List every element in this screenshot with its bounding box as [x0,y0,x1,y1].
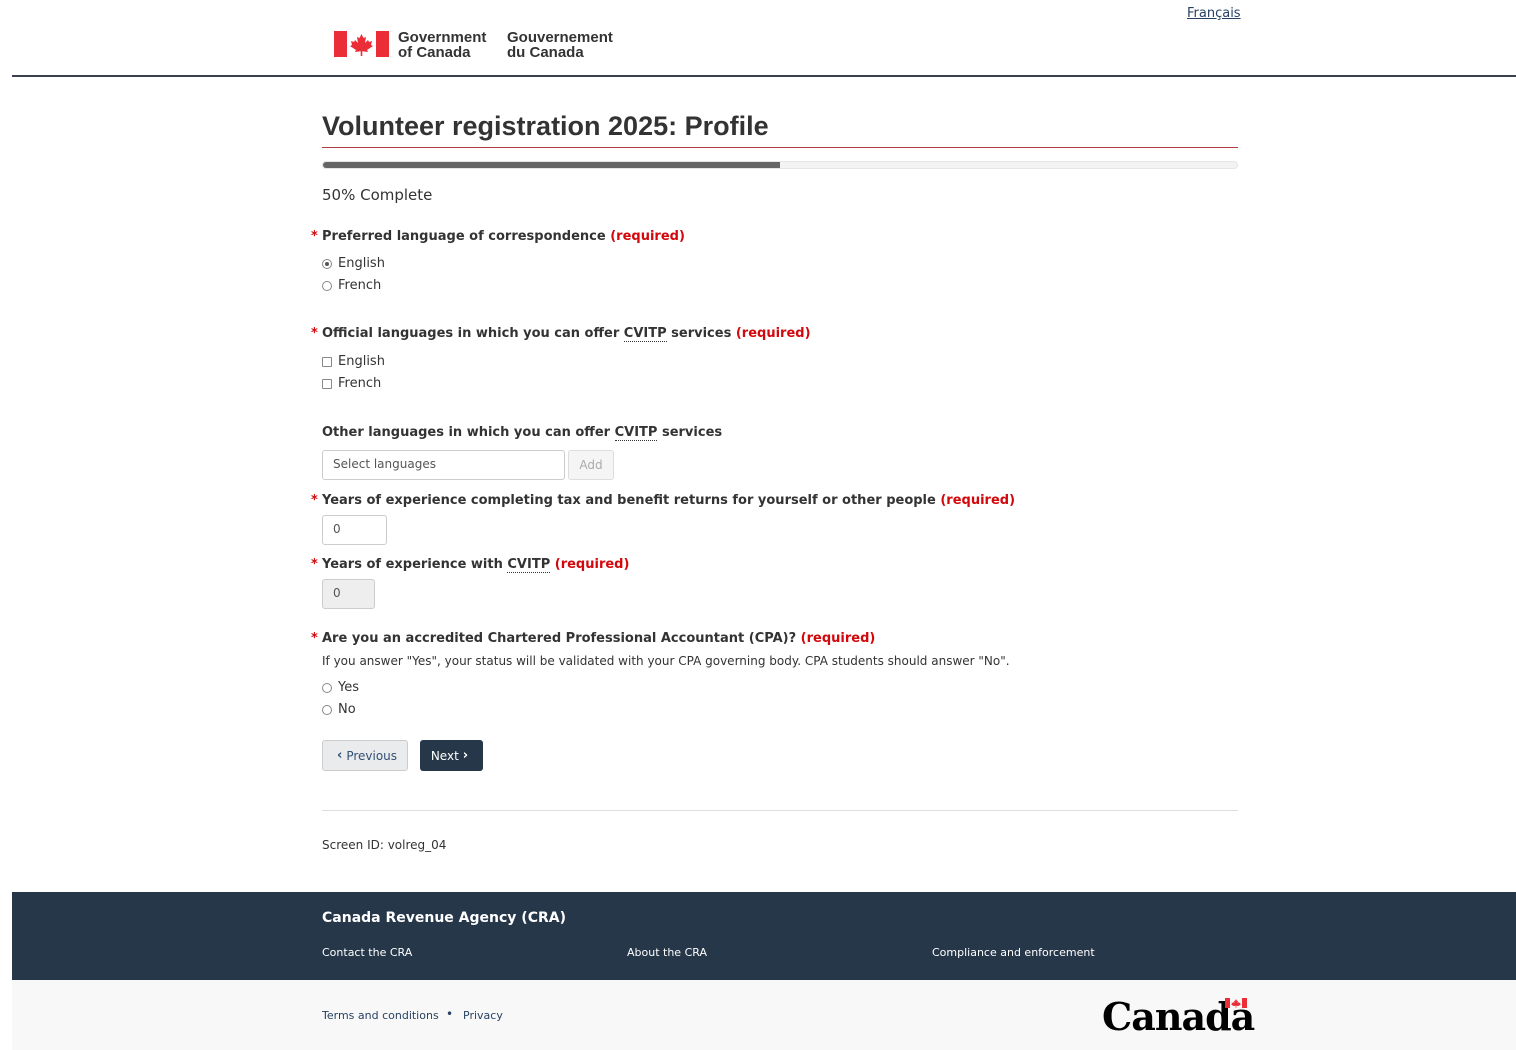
option-label: English [338,354,385,369]
cvitp-abbr: CVITP [623,326,667,342]
required-marker: (required) [800,631,876,646]
add-language-button[interactable]: Add [568,450,614,480]
radio-cpa-yes[interactable]: Yes [322,680,359,695]
question-label-pre: Other languages in which you can offer [322,425,611,440]
option-label: French [338,376,382,391]
required-marker: (required) [940,493,1016,508]
footer-link-contact[interactable]: Contact the CRA [322,946,412,959]
question-cvitp-experience: * Years of experience with CVITP (requir… [311,557,630,573]
progress-text: 50% Complete [322,186,433,204]
required-star: * [311,557,318,572]
radio-button[interactable] [322,682,332,693]
option-label: Yes [338,680,359,695]
required-star: * [311,631,318,646]
cvitp-abbr: CVITP [507,557,551,573]
page-title: Volunteer registration 2025: Profile [322,100,1238,148]
site-header: Government of Canada Gouvernement du Can… [12,0,1516,77]
previous-button[interactable]: ‹ Previous [322,740,408,771]
question-label: Years of experience completing tax and b… [322,493,936,508]
option-label: No [338,702,356,717]
question-label-pre: Official languages in which you can offe… [322,326,620,341]
footer-main: Canada Revenue Agency (CRA) Contact the … [12,892,1516,980]
question-label: Preferred language of correspondence [322,229,606,244]
question-label-post: services [671,326,732,341]
screen-id: Screen ID: volreg_04 [322,838,447,852]
question-label-post: services [661,425,723,440]
checkbox-official-english[interactable]: English [322,354,385,369]
main-content: Volunteer registration 2025: Profile 50%… [311,100,1238,852]
other-languages-select[interactable]: Select languages [322,450,565,480]
question-cpa: * Are you an accredited Chartered Profes… [311,631,876,646]
wordmark-flag-icon [1225,998,1247,1008]
footer-bullet: • [446,1007,454,1021]
chevron-right-icon: › [462,748,469,763]
signature-fr-line1: Gouvernement [507,29,613,46]
required-marker: (required) [554,557,630,572]
canada-flag-icon [334,31,389,57]
signature-fr-line2: du Canada [507,44,584,61]
radio-button[interactable] [322,704,332,715]
radio-preferred-french[interactable]: French [322,278,381,293]
question-tax-experience: * Years of experience completing tax and… [311,493,1016,508]
required-star: * [311,326,318,341]
checkbox[interactable] [322,356,332,367]
footer-link-about[interactable]: About the CRA [627,946,707,959]
required-star: * [311,229,318,244]
question-other-languages: Other languages in which you can offer C… [322,425,723,441]
checkbox-official-french[interactable]: French [322,376,381,391]
previous-label: Previous [346,748,398,763]
checkbox[interactable] [322,378,332,389]
next-button[interactable]: Next › [420,740,483,771]
progress-bar [322,161,1238,169]
cvitp-experience-input[interactable]: 0 [322,579,375,609]
radio-cpa-no[interactable]: No [322,702,356,717]
question-label-pre: Years of experience with [322,557,503,572]
question-official-languages: * Official languages in which you can of… [311,326,811,342]
required-marker: (required) [610,229,685,244]
radio-preferred-english[interactable]: English [322,256,385,271]
radio-button[interactable] [322,280,332,291]
question-label: Are you an accredited Chartered Professi… [322,631,797,646]
tax-experience-input[interactable]: 0 [322,515,387,545]
signature-en-line1: Government [398,29,487,46]
radio-button-selected[interactable] [322,258,332,269]
signature-english: Government of Canada [398,30,486,60]
progress-bar-fill [323,162,780,168]
footer-sub: Terms and conditions • Privacy Canada [12,980,1516,1050]
footer-link-privacy[interactable]: Privacy [463,1009,503,1022]
footer-title: Canada Revenue Agency (CRA) [322,910,566,926]
footer-link-compliance[interactable]: Compliance and enforcement [932,946,1095,959]
content-divider [322,810,1238,811]
cvitp-abbr: CVITP [614,425,658,441]
signature-french: Gouvernement du Canada [507,30,613,60]
required-star: * [311,493,318,508]
signature-en-line2: of Canada [398,44,471,61]
cpa-help-text: If you answer "Yes", your status will be… [322,654,1010,668]
option-label: French [338,278,382,293]
next-label: Next [430,748,459,763]
required-marker: (required) [735,326,811,341]
chevron-left-icon: ‹ [336,748,343,763]
footer-link-terms[interactable]: Terms and conditions [322,1009,439,1022]
option-label: English [338,256,385,271]
question-preferred-language: * Preferred language of correspondence (… [311,229,685,244]
